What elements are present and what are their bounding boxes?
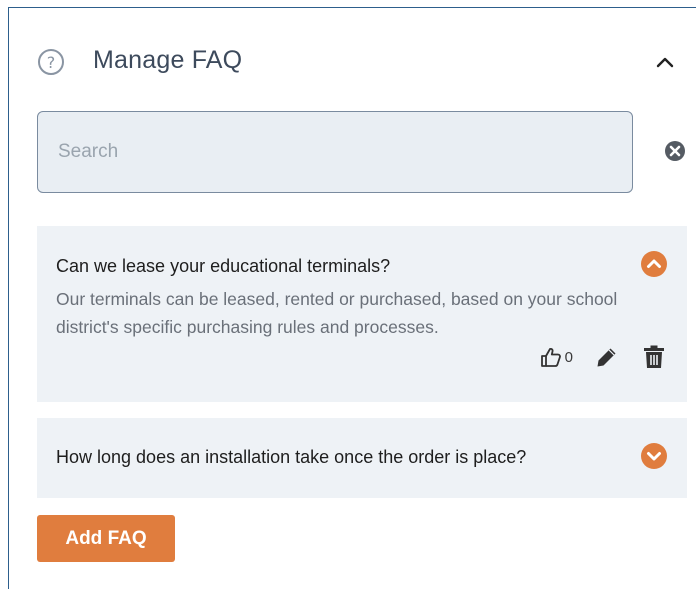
faq-answer: Our terminals can be leased, rented or p… (56, 289, 618, 337)
question-circle-icon: ? (37, 48, 65, 76)
chevron-up-icon[interactable] (654, 54, 676, 70)
chevron-down-circle-icon[interactable] (640, 442, 668, 470)
manage-faq-panel: ? Manage FAQ Can we lease your education… (8, 7, 696, 589)
faq-question[interactable]: Can we lease your educational terminals? (56, 256, 390, 277)
faq-item[interactable]: How long does an installation take once … (37, 418, 687, 498)
pencil-icon[interactable] (595, 345, 619, 369)
search-input[interactable] (37, 111, 633, 193)
add-faq-button[interactable]: Add FAQ (37, 515, 175, 562)
like-button[interactable]: 0 (540, 346, 595, 368)
faq-question[interactable]: How long does an installation take once … (56, 447, 526, 468)
page-title: Manage FAQ (93, 46, 243, 74)
faq-item[interactable]: Can we lease your educational terminals?… (37, 226, 687, 402)
panel-header: ? Manage FAQ (9, 8, 696, 108)
svg-text:?: ? (47, 53, 56, 72)
like-count: 0 (564, 348, 573, 366)
chevron-up-circle-icon[interactable] (640, 250, 668, 278)
trash-icon[interactable] (643, 345, 665, 369)
thumbs-up-icon (540, 346, 562, 368)
times-circle-icon[interactable] (664, 140, 686, 162)
faq-actions: 0 (540, 344, 665, 370)
